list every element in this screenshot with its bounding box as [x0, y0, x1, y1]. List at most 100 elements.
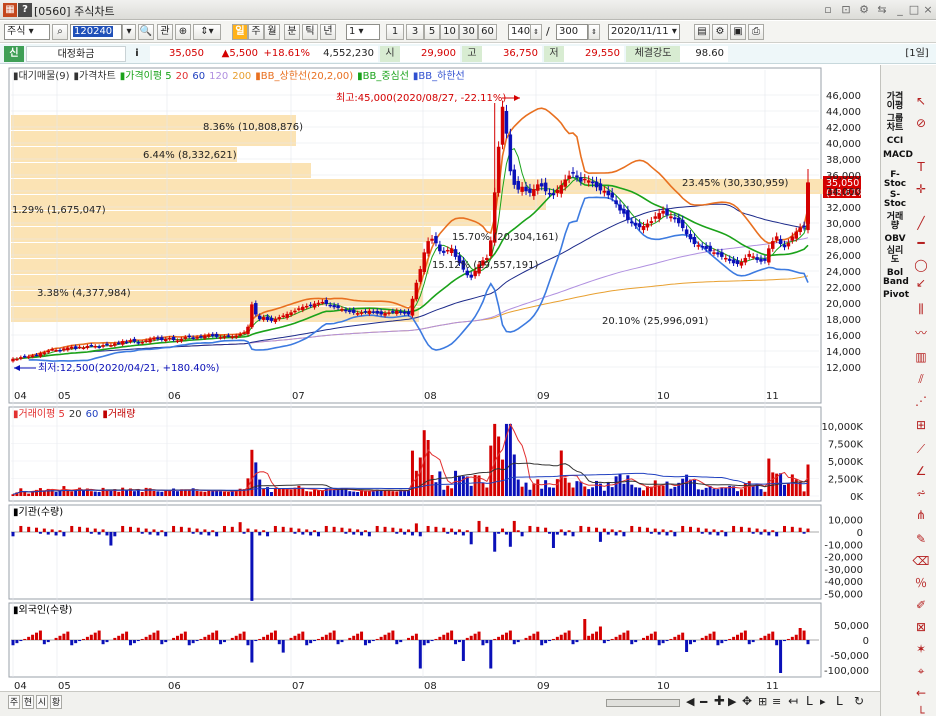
help-icon[interactable]: ?	[18, 3, 32, 17]
foreign-bar	[587, 635, 591, 640]
candle	[73, 346, 78, 349]
scroll-left-icon[interactable]: ◀	[686, 695, 694, 708]
minute-1-button[interactable]: 1	[386, 24, 404, 40]
move-icon[interactable]: ✥	[742, 694, 752, 708]
total-stepper-icon[interactable]: ⇕	[588, 24, 600, 40]
zoom-icon[interactable]: ⊘	[911, 115, 931, 131]
close-icon[interactable]: ×	[920, 2, 936, 17]
bars-icon[interactable]: ▥	[911, 349, 931, 365]
channel-icon[interactable]: ⩫	[911, 485, 931, 501]
delete-icon[interactable]: ⌫	[911, 553, 931, 569]
stepper-icon[interactable]: ⇕▾	[193, 24, 221, 40]
zoom-in-icon[interactable]: ✚	[714, 694, 725, 709]
back-icon[interactable]: ←	[911, 685, 931, 701]
percent-icon[interactable]: ％	[911, 575, 931, 591]
horizontal-scrollbar[interactable]	[606, 699, 680, 707]
save-icon[interactable]: ▣	[730, 24, 746, 40]
info-icon[interactable]: i	[130, 46, 144, 62]
minute-5-button[interactable]: 5	[424, 24, 440, 40]
pitchfork-icon[interactable]: ⋔	[911, 507, 931, 523]
minute-3-button[interactable]: 3	[406, 24, 424, 40]
sidebar-item-fstoc[interactable]: F-Stoc	[883, 171, 907, 191]
zoom-out-icon[interactable]: ━	[700, 695, 707, 709]
minute-30-button[interactable]: 30	[459, 24, 478, 40]
minute-60-button[interactable]: 60	[478, 24, 497, 40]
sidebar-item-macd[interactable]: MACD	[883, 151, 913, 171]
eraser-icon[interactable]: ✎	[911, 531, 931, 547]
sidebar-item-psychology[interactable]: 심리도	[883, 247, 907, 267]
interval-select[interactable]: 1 ▾	[346, 24, 380, 40]
cursor-icon[interactable]: ↖	[911, 93, 931, 109]
line-pen-icon[interactable]: ✐	[911, 597, 931, 613]
trendline-icon[interactable]: ╱	[911, 215, 931, 231]
sidebar-item-ma[interactable]: 가격이평	[883, 93, 907, 113]
sync-icon[interactable]: ⇆	[874, 2, 890, 17]
link-icon[interactable]: ⊕	[175, 24, 191, 40]
stock-name[interactable]: 대정화금	[26, 46, 126, 62]
arrow-icon[interactable]: ↙	[911, 275, 931, 291]
end-icon[interactable]: L	[806, 694, 813, 708]
foreign-tick-2: -50,000	[830, 651, 869, 662]
date-input[interactable]: 2020/11/11 ▾	[608, 24, 680, 40]
volume-bar	[630, 484, 634, 496]
ruler-icon[interactable]: ⊞	[911, 417, 931, 433]
arrange-icon[interactable]: ≡	[772, 695, 781, 708]
circle-icon[interactable]: ◯	[911, 257, 931, 273]
wave-icon[interactable]: 〰	[911, 325, 931, 341]
period-minute-button[interactable]: 분	[284, 24, 300, 40]
count-stepper-icon[interactable]: ⇕	[530, 24, 542, 40]
code-dropdown-icon[interactable]: ▾	[122, 24, 136, 40]
stock-code-input[interactable]: 120240	[70, 24, 122, 40]
refresh-icon[interactable]: ↻	[854, 694, 864, 708]
tab-current[interactable]: 현	[22, 695, 34, 709]
period-label: [1일]	[905, 48, 929, 59]
first-page-icon[interactable]: ↤	[788, 694, 798, 708]
scroll-right-icon[interactable]: ▶	[728, 695, 736, 708]
sidebar-item-sstoc[interactable]: S-Stoc	[883, 191, 907, 211]
total-input[interactable]: 300	[556, 24, 588, 40]
sidebar-item-bolband[interactable]: Bol Band	[883, 269, 909, 289]
horizontal-line-icon[interactable]: ━	[911, 235, 931, 251]
sidebar-item-volume[interactable]: 거래량	[883, 213, 907, 233]
next-icon[interactable]: ▸	[820, 695, 826, 708]
gann-icon[interactable]: ⟋	[911, 441, 931, 457]
star-icon[interactable]: ✶	[911, 641, 931, 657]
calendar-icon[interactable]: ▤	[694, 24, 710, 40]
restore-icon[interactable]: ▫	[820, 2, 836, 17]
period-tick-button[interactable]: 틱	[302, 24, 318, 40]
search-icon[interactable]: ⌕	[52, 24, 68, 40]
last-page-icon[interactable]: L	[836, 694, 843, 708]
tab-status[interactable]: 황	[50, 695, 62, 709]
angle-icon[interactable]: ∠	[911, 463, 931, 479]
lock-icon[interactable]: ⊞	[758, 695, 767, 708]
minute-10-button[interactable]: 10	[440, 24, 459, 40]
period-day-button[interactable]: 일	[232, 24, 248, 40]
pin-icon[interactable]: ⊡	[838, 2, 854, 17]
sidebar-item-pivot[interactable]: Pivot	[883, 291, 909, 301]
gear-icon[interactable]: ⚙	[712, 24, 728, 40]
tab-market[interactable]: 시	[36, 695, 48, 709]
grid-icon[interactable]: ⊠	[911, 619, 931, 635]
magnifier-icon[interactable]: 🔍	[138, 24, 154, 40]
candle	[242, 332, 246, 334]
market-select[interactable]: 주식 ▾	[4, 24, 50, 40]
sidebar-item-cci[interactable]: CCI	[883, 137, 907, 147]
corner-icon[interactable]: └	[911, 705, 931, 721]
institution-bar	[700, 532, 704, 534]
mark-icon[interactable]: ⌖	[911, 663, 931, 679]
fan-icon[interactable]: ⋰	[911, 393, 931, 409]
period-month-button[interactable]: 월	[264, 24, 280, 40]
sidebar-item-obv[interactable]: OBV	[883, 235, 907, 245]
settings-icon[interactable]: ⚙	[856, 2, 872, 17]
sidebar-item-group-chart[interactable]: 그룹차트	[883, 115, 907, 135]
cursor-cross-icon[interactable]: ✛	[911, 181, 931, 197]
multi-line-icon[interactable]: ⫽	[911, 371, 931, 387]
print-icon[interactable]: ⎙	[748, 24, 764, 40]
period-week-button[interactable]: 주	[248, 24, 264, 40]
tab-stock[interactable]: 주	[8, 695, 20, 709]
period-year-button[interactable]: 년	[320, 24, 336, 40]
text-icon[interactable]: T	[911, 159, 931, 175]
chart-area[interactable]: 8.36% (10,808,876) 6.44% (8,332,621) 1.29%…	[0, 65, 880, 692]
fibonacci-icon[interactable]: ⫼	[911, 301, 931, 317]
gwan-button[interactable]: 관	[157, 24, 173, 40]
